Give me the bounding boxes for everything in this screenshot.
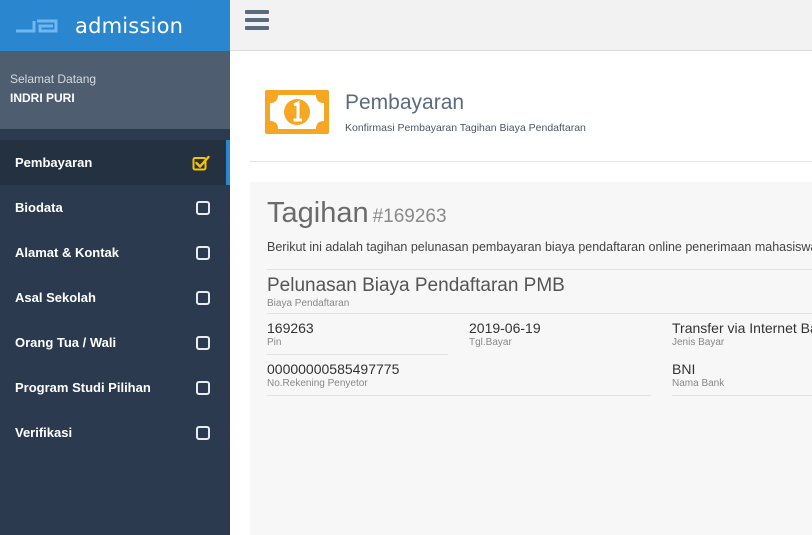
checkbox-empty-icon <box>196 290 210 305</box>
account-label: No.Rekening Penyetor <box>267 378 368 389</box>
pin-value: 169263 <box>267 320 314 336</box>
divider <box>267 313 812 314</box>
sidebar: admission Selamat Datang INDRI PURI Pemb… <box>0 0 230 535</box>
checkbox-empty-icon <box>196 425 210 440</box>
hamburger-menu-icon[interactable] <box>245 10 269 32</box>
item-value: Pelunasan Biaya Pendaftaran PMB <box>267 275 565 296</box>
user-panel: Selamat Datang INDRI PURI <box>0 51 230 129</box>
sidebar-item-program-studi[interactable]: Program Studi Pilihan <box>0 365 230 410</box>
sidebar-item-verifikasi[interactable]: Verifikasi <box>0 410 230 455</box>
item-field: Pelunasan Biaya Pendaftaran PMB Biaya Pe… <box>267 275 565 309</box>
date-label: Tgl.Bayar <box>469 337 512 348</box>
invoice-number: #169263 <box>372 206 447 227</box>
method-label: Jenis Bayar <box>672 337 725 348</box>
sidebar-item-biodata[interactable]: Biodata <box>0 185 230 230</box>
pin-label: Pin <box>267 337 282 348</box>
username: INDRI PURI <box>10 91 75 105</box>
method-field: Transfer via Internet Banking Jenis Baya… <box>672 320 812 348</box>
checkbox-checked-icon <box>192 155 210 170</box>
sidebar-item-label: Verifikasi <box>15 425 73 440</box>
bank-field: BNI Nama Bank <box>672 361 724 389</box>
sidebar-item-label: Orang Tua / Wali <box>15 335 117 350</box>
invoice-heading: Tagihan <box>267 197 369 229</box>
invoice-title: Tagihan #169263 <box>267 197 447 230</box>
main-content: Pembayaran Konfirmasi Pembayaran Tagihan… <box>230 51 812 535</box>
account-field: 00000000585497775 No.Rekening Penyetor <box>267 361 399 389</box>
sidebar-item-asal-sekolah[interactable]: Asal Sekolah <box>0 275 230 320</box>
logo-icon <box>16 19 58 32</box>
checkbox-empty-icon <box>196 245 210 260</box>
sidebar-item-pembayaran[interactable]: Pembayaran <box>0 140 230 185</box>
money-bill-icon <box>265 90 329 134</box>
welcome-text: Selamat Datang <box>10 72 97 86</box>
date-value: 2019-06-19 <box>469 320 541 336</box>
sidebar-item-label: Pembayaran <box>15 155 93 170</box>
bank-label: Nama Bank <box>672 378 725 389</box>
sidebar-item-label: Biodata <box>15 200 63 215</box>
sidebar-item-label: Asal Sekolah <box>15 290 96 305</box>
sidebar-item-orang-tua-wali[interactable]: Orang Tua / Wali <box>0 320 230 365</box>
page-title: Pembayaran <box>345 91 465 114</box>
sidebar-menu: Pembayaran Biodata Alamat & Kontak Asal … <box>0 140 230 455</box>
method-value: Transfer via Internet Banking <box>672 320 812 336</box>
brand-bar[interactable]: admission <box>0 0 230 51</box>
date-field: 2019-06-19 Tgl.Bayar <box>469 320 541 348</box>
item-label: Biaya Pendaftaran <box>267 298 350 309</box>
sidebar-item-label: Program Studi Pilihan <box>15 380 151 395</box>
sidebar-item-alamat-kontak[interactable]: Alamat & Kontak <box>0 230 230 275</box>
divider <box>267 269 812 270</box>
page-header: Pembayaran Konfirmasi Pembayaran Tagihan… <box>250 88 812 162</box>
bank-value: BNI <box>672 361 696 377</box>
invoice-description: Berikut ini adalah tagihan pelunasan pem… <box>267 240 812 254</box>
account-value: 00000000585497775 <box>267 361 400 377</box>
page-subtitle: Konfirmasi Pembayaran Tagihan Biaya Pend… <box>345 122 586 134</box>
sidebar-item-label: Alamat & Kontak <box>15 245 120 260</box>
checkbox-empty-icon <box>196 200 210 215</box>
checkbox-empty-icon <box>196 335 210 350</box>
topbar <box>230 0 812 51</box>
pin-field: 169263 Pin <box>267 320 314 348</box>
app-name: admission <box>75 13 184 38</box>
invoice-card: Tagihan #169263 Berikut ini adalah tagiha… <box>250 182 812 535</box>
checkbox-empty-icon <box>196 380 210 395</box>
